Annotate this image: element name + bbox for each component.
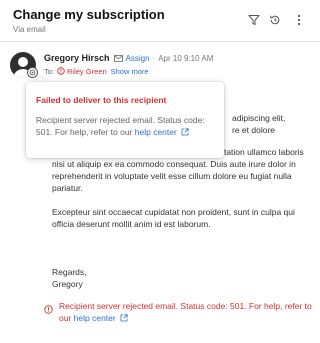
message-meta: Gregory Hirsch Assign · Apr 10 9:10 AM [44,52,213,64]
body-paragraph: Excepteur sint occaecat cupidatat non pr… [52,207,295,229]
popover-help-center-link[interactable]: help center [135,127,177,137]
error-icon [44,301,53,324]
ticket-title: Change my subscription [13,7,165,22]
signature: Regards, Gregory [52,266,87,290]
signature-line: Regards, [52,267,87,277]
recipients-line: To: Riley Green Show more [44,65,149,77]
assign-link[interactable]: Assign [126,54,150,63]
delivery-error: Recipient server rejected email. Status … [44,300,316,324]
help-center-link[interactable]: help center [74,313,116,323]
sender-name[interactable]: Gregory Hirsch [44,53,110,63]
body-fragment: adipiscing elit, [232,113,286,123]
popover-body: Recipient server rejected email. Status … [36,115,205,137]
error-icon[interactable] [57,67,65,75]
filter-icon[interactable] [247,13,261,27]
recipient-name[interactable]: Riley Green [67,67,107,76]
history-icon[interactable] [268,13,282,27]
delivery-error-popover: Failed to deliver to this recipient Reci… [26,82,224,158]
to-label: To: [44,66,55,76]
external-link-icon [120,314,128,322]
popover-title: Failed to deliver to this recipient [36,95,167,105]
body-fragment: re et dolore [232,125,275,135]
ticket-channel: Via email [13,25,46,34]
signature-name: Gregory [52,279,83,289]
ticket-header: Change my subscription Via email [0,0,320,42]
show-more-link[interactable]: Show more [111,67,149,76]
external-link-icon [181,128,189,136]
envelope-icon [113,54,123,62]
more-vertical-icon[interactable] [292,13,306,27]
message-date: Apr 10 9:10 AM [158,53,214,63]
meta-separator: · [152,53,156,63]
agent-badge-icon [27,67,38,78]
